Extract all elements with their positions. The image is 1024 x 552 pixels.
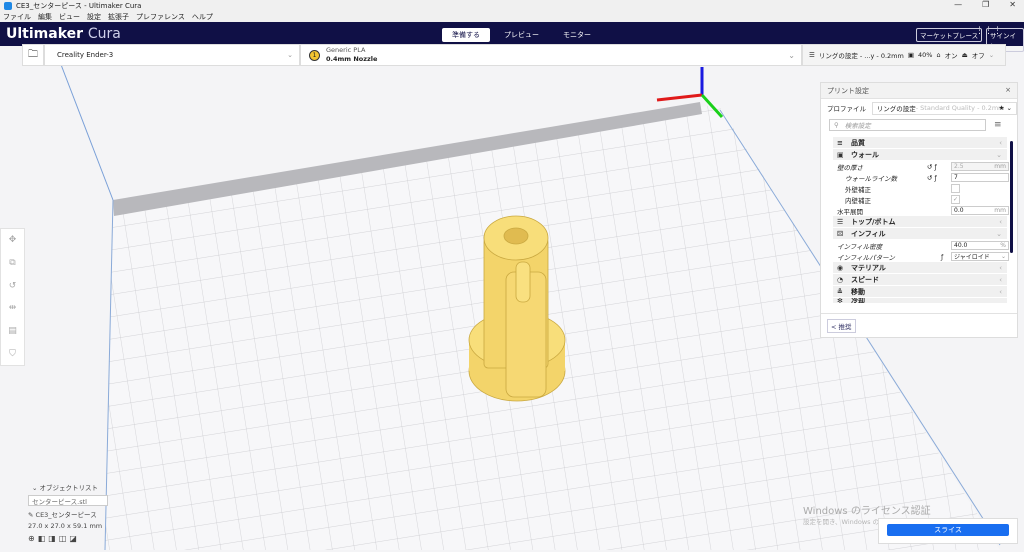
infill-pattern-dropdown[interactable]: ジャイロイド ⌄ <box>951 252 1009 261</box>
object-list: ⌄ オブジェクトリスト センターピース.stl ✎ CE3_センターピース 27… <box>28 482 108 543</box>
recommended-button[interactable]: < 推奨 <box>827 319 856 333</box>
menu-help[interactable]: ヘルプ <box>192 12 213 22</box>
wall-line-count-input[interactable]: 7 <box>951 173 1009 182</box>
travel-icon: ≗ <box>837 287 843 296</box>
profile-label: プロファイル <box>827 105 866 113</box>
infill-density-input[interactable]: 40.0% <box>951 241 1009 250</box>
per-model-settings-icon[interactable]: ▤ <box>8 326 17 336</box>
chevron-down-icon: ⌄ <box>788 50 795 60</box>
infill-value: 40% <box>918 51 933 59</box>
print-settings-selector[interactable]: ☰ リングの設定 - ...y - 0.2mm ▣ 40% ⌂ オン ⏏ オフ ⌄ <box>802 44 1006 66</box>
windows-activation-watermark: Windows のライセンス認証 <box>803 506 931 517</box>
minimize-button[interactable]: — <box>954 0 962 9</box>
reset-icon[interactable]: ↺ ƒ <box>927 174 937 182</box>
outer-wall-checkbox[interactable] <box>951 184 960 193</box>
print-settings-panel: プリント設定 × プロファイル リングの設定 - Standard Quality… <box>820 82 1018 338</box>
material-icon: ◉ <box>837 263 844 272</box>
object-list-toggle[interactable]: ⌄ オブジェクトリスト <box>32 482 108 492</box>
printer-name: Creality Ender-3 <box>57 51 114 59</box>
right-view-icon[interactable]: ◪ <box>69 534 80 543</box>
rotate-tool-icon[interactable]: ↺ <box>9 281 17 291</box>
app-header: Ultimaker Cura 準備する プレビュー モニター マーケットプレース… <box>0 22 1024 52</box>
support-icon: ⌂ <box>936 51 941 59</box>
profile-summary: リングの設定 - ...y - 0.2mm <box>818 52 904 60</box>
pencil-icon: ✎ <box>28 511 34 519</box>
category-infill[interactable]: ⚄ インフィル ⌄ <box>833 228 1007 239</box>
profile-dropdown[interactable]: リングの設定 - Standard Quality - 0.2mm ★ ⌄ <box>871 101 1017 115</box>
reset-icon[interactable]: ↺ ƒ <box>927 163 937 171</box>
wall-thickness-input[interactable]: 2.5 mm <box>951 162 1009 171</box>
nozzle-name: 0.4mm Nozzle <box>326 55 378 63</box>
slice-button[interactable]: スライス <box>887 524 1009 536</box>
object-name[interactable]: ✎ CE3_センターピース <box>28 509 108 519</box>
menu-bar: ファイル 編集 ビュー 設定 拡張子 プレファレンス ヘルプ <box>0 12 1024 22</box>
quality-icon: ≡ <box>837 138 843 147</box>
material-name: Generic PLA <box>326 46 366 54</box>
printer-selector[interactable]: Creality Ender-3 ⌄ <box>44 44 300 66</box>
adhesion-value: オフ <box>971 52 985 60</box>
topbottom-icon: ☰ <box>837 217 844 226</box>
window-title: CE3_センターピース - Ultimaker Cura <box>16 2 142 10</box>
menu-preferences[interactable]: プレファレンス <box>136 12 185 22</box>
extruder-badge: 1 <box>309 49 320 61</box>
search-icon: ⚲ <box>834 121 839 129</box>
close-panel-icon[interactable]: × <box>1005 86 1011 94</box>
tab-preview[interactable]: プレビュー <box>494 28 549 42</box>
support-value: オン <box>944 52 958 60</box>
chevron-down-icon: ⌄ <box>988 51 995 59</box>
app-logo: Ultimaker Cura <box>6 26 121 42</box>
wall-icon: ▣ <box>837 150 844 159</box>
category-travel[interactable]: ≗ 移動 ‹ <box>833 286 1007 297</box>
tab-monitor[interactable]: モニター <box>553 28 601 42</box>
top-view-icon[interactable]: ◨ <box>48 534 59 543</box>
category-cooling[interactable]: ✻ 冷却 <box>833 298 1007 303</box>
horizontal-expansion-input[interactable]: 0.0 mm <box>951 206 1009 215</box>
left-view-icon[interactable]: ◫ <box>59 534 70 543</box>
category-material[interactable]: ◉ マテリアル ‹ <box>833 262 1007 273</box>
material-selector[interactable]: 1 Generic PLA 0.4mm Nozzle ⌄ <box>300 44 802 66</box>
cura-app-icon <box>4 2 12 10</box>
title-bar: CE3_センターピース - Ultimaker Cura — ❐ ✕ <box>0 0 1024 12</box>
folder-icon: 🗀 <box>28 48 38 60</box>
speed-icon: ◔ <box>837 275 844 284</box>
open-file-button[interactable]: 🗀 <box>22 44 44 66</box>
category-wall[interactable]: ▣ ウォール ⌄ <box>833 149 1007 160</box>
function-icon: ƒ <box>941 252 944 261</box>
move-tool-icon[interactable]: ✥ <box>9 235 17 245</box>
infill-icon: ⚄ <box>837 229 844 238</box>
menu-edit[interactable]: 編集 <box>38 12 52 22</box>
front-view-icon[interactable]: ◧ <box>38 534 49 543</box>
tool-sidebar: ✥ ⧉ ↺ ⇹ ▤ ⛉ <box>0 228 25 366</box>
maximize-button[interactable]: ❐ <box>982 0 989 9</box>
tab-prepare[interactable]: 準備する <box>442 28 490 42</box>
category-speed[interactable]: ◔ スピード ‹ <box>833 274 1007 285</box>
object-list-item[interactable]: センターピース.stl <box>28 495 108 506</box>
3d-view-icon[interactable]: ⊕ <box>28 534 38 543</box>
settings-menu-icon[interactable]: ≡ <box>994 120 1002 130</box>
scale-tool-icon[interactable]: ⧉ <box>9 258 15 268</box>
adhesion-icon: ⏏ <box>961 51 968 59</box>
star-icon: ★ ⌄ <box>998 104 1012 112</box>
cooling-icon: ✻ <box>837 298 843 303</box>
close-button[interactable]: ✕ <box>1009 0 1016 9</box>
sliders-icon: ☰ <box>809 51 815 59</box>
infill-icon: ▣ <box>907 51 914 59</box>
search-settings-input[interactable]: ⚲ 検索設定 <box>829 119 986 131</box>
menu-file[interactable]: ファイル <box>3 12 31 22</box>
menu-settings[interactable]: 設定 <box>87 12 101 22</box>
view-buttons: ⊕◧◨◫◪ <box>28 534 108 543</box>
object-dimensions: 27.0 x 27.0 x 59.1 mm <box>28 522 103 530</box>
menu-extensions[interactable]: 拡張子 <box>108 12 129 22</box>
inner-wall-checkbox[interactable]: ✓ <box>951 195 960 204</box>
category-quality[interactable]: ≡ 品質 ‹ <box>833 137 1007 148</box>
category-topbottom[interactable]: ☰ トップ/ボトム ‹ <box>833 216 1007 227</box>
menu-view[interactable]: ビュー <box>59 12 80 22</box>
support-blocker-icon[interactable]: ⛉ <box>9 349 16 359</box>
mirror-tool-icon[interactable]: ⇹ <box>9 303 17 313</box>
slice-panel: スライス <box>878 518 1018 544</box>
chevron-down-icon: ⌄ <box>287 51 293 59</box>
panel-title: プリント設定 <box>827 87 869 95</box>
